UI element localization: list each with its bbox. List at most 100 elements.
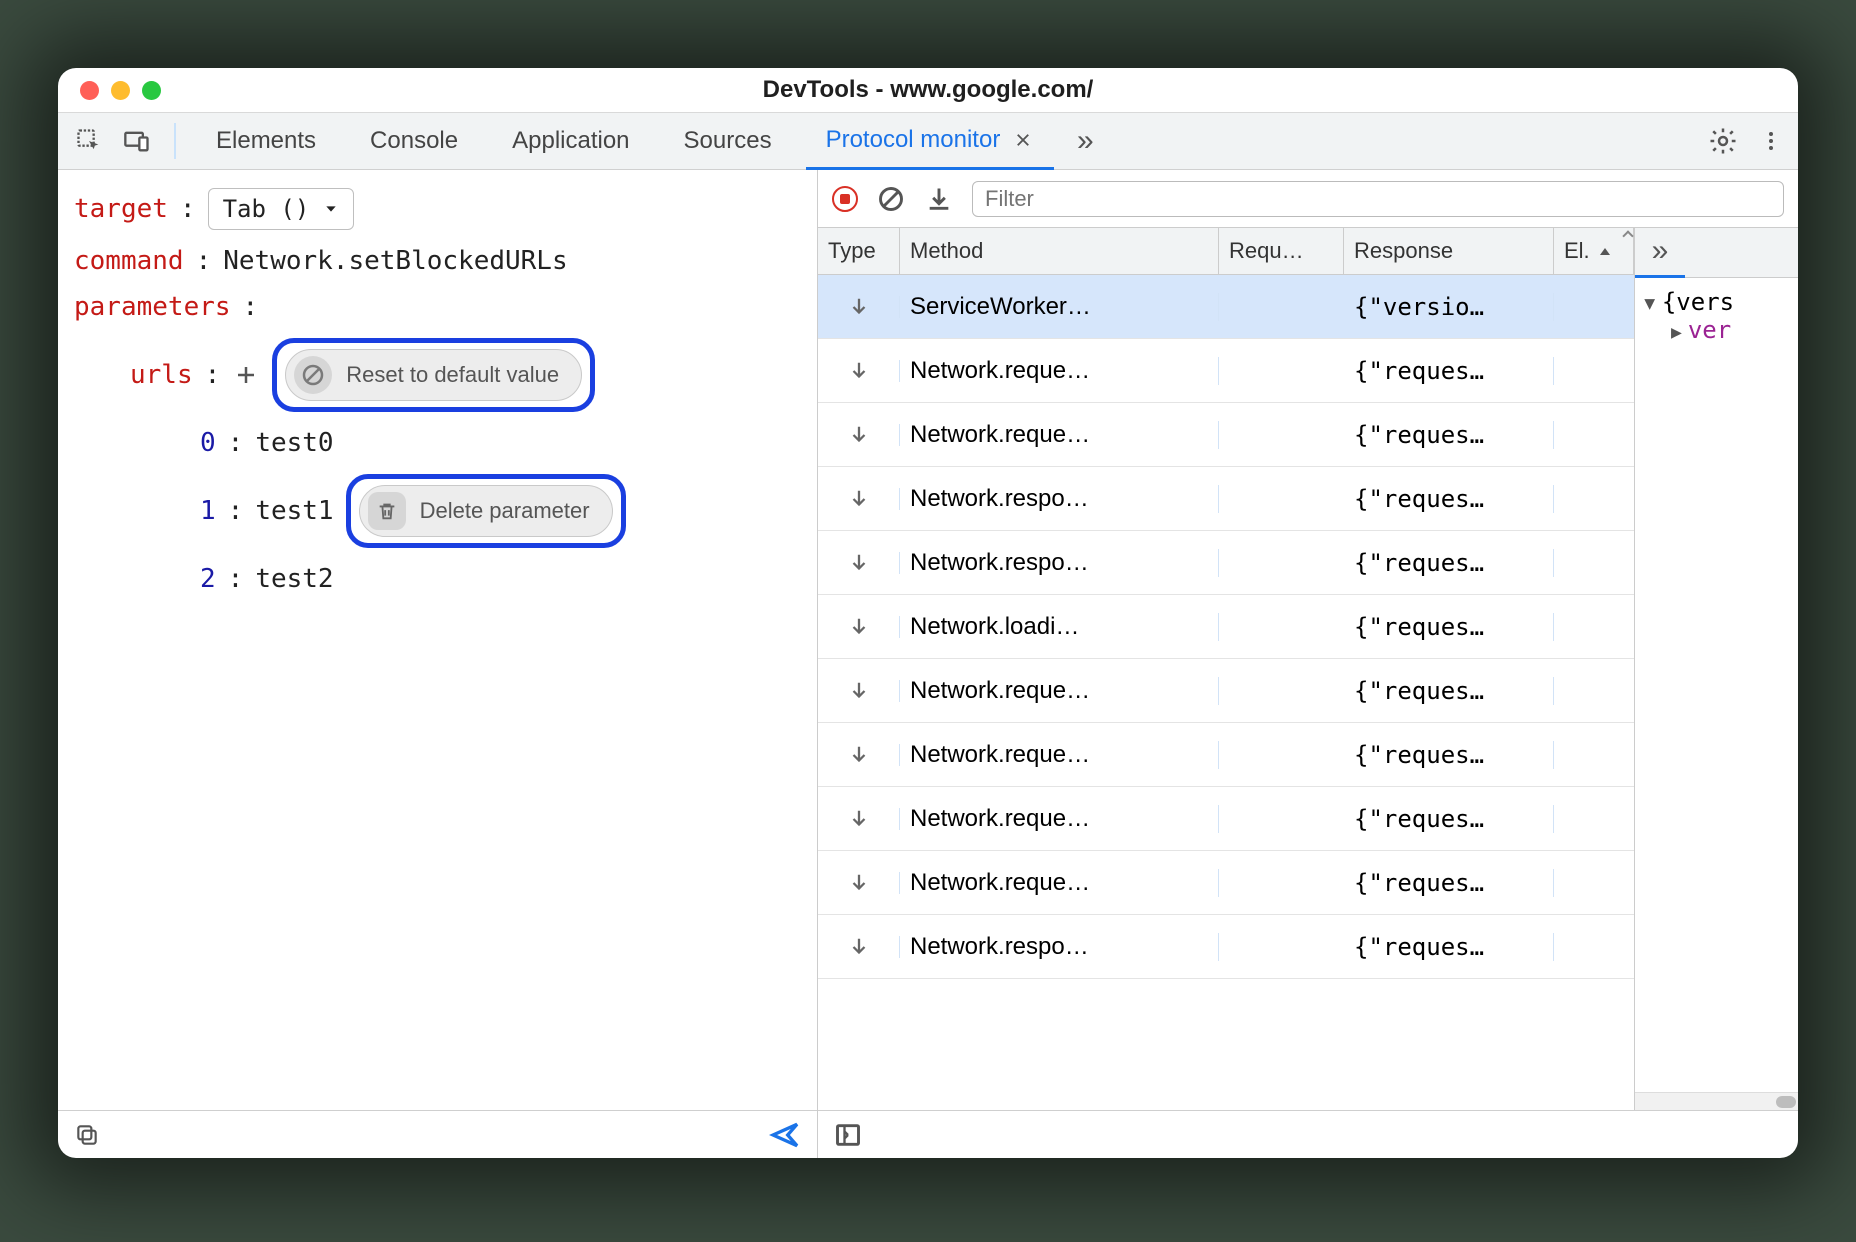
cell-method: Network.reque…: [900, 677, 1219, 705]
copy-icon[interactable]: [74, 1122, 100, 1148]
table-row[interactable]: Network.reque…{"reques…: [818, 851, 1634, 915]
cell-type: [818, 552, 900, 574]
cell-type: [818, 936, 900, 958]
tab-label: Sources: [684, 127, 772, 155]
cell-response: {"reques…: [1344, 805, 1554, 833]
cell-response: {"reques…: [1344, 549, 1554, 577]
tab-label: Protocol monitor: [826, 126, 1001, 154]
log-toolbar: [818, 170, 1798, 228]
tab-sources[interactable]: Sources: [664, 112, 792, 170]
cell-type: [818, 744, 900, 766]
table-row[interactable]: Network.reque… {"reques…: [818, 403, 1634, 467]
download-icon[interactable]: [924, 184, 954, 214]
cell-type: [818, 680, 900, 702]
command-value: Network.setBlockedURLs: [223, 246, 567, 276]
cell-type: [818, 872, 900, 894]
target-keyword: target: [74, 194, 168, 224]
tree-row-root[interactable]: ▶{vers: [1645, 288, 1798, 316]
table-row[interactable]: Network.reque… {"reques…: [818, 787, 1634, 851]
inspect-element-icon[interactable]: [72, 124, 106, 158]
cell-method: Network.respo…: [900, 485, 1219, 513]
table-row[interactable]: Network.respo…{"reques…: [818, 915, 1634, 979]
chevron-down-icon: [323, 201, 339, 217]
more-tabs-icon[interactable]: »: [1068, 124, 1102, 158]
tree-row-child[interactable]: ▶ver: [1645, 316, 1798, 344]
cell-response: {"reques…: [1344, 869, 1554, 897]
cell-response: {"reques…: [1344, 677, 1554, 705]
table-row[interactable]: Network.reque…{"reques…: [818, 723, 1634, 787]
send-command-icon[interactable]: [769, 1119, 801, 1151]
table-row[interactable]: ServiceWorker… {"versio…: [818, 275, 1634, 339]
trash-icon: [368, 492, 406, 530]
toggle-drawer-icon[interactable]: [834, 1121, 862, 1149]
devtools-window: DevTools - www.google.com/ Elements Cons…: [58, 68, 1798, 1158]
tab-label: Application: [512, 127, 629, 155]
tab-protocol-monitor[interactable]: Protocol monitor: [806, 112, 1055, 170]
table-row[interactable]: Network.reque…{"reques…: [818, 339, 1634, 403]
log-pane: Type Method Requ… Response El. ServiceWo…: [818, 170, 1798, 1158]
cell-response: {"reques…: [1344, 421, 1554, 449]
tab-console[interactable]: Console: [350, 112, 478, 170]
tab-label: Console: [370, 127, 458, 155]
command-editor-pane: target: Tab () command: Network.setBlock…: [58, 170, 818, 1158]
detail-pane: » ▶{vers ▶ver: [1635, 228, 1798, 1110]
item-index: 1: [200, 496, 216, 526]
col-type[interactable]: Type: [818, 228, 900, 274]
table-row[interactable]: Network.reque… {"reques…: [818, 659, 1634, 723]
delete-button-label: Delete parameter: [420, 498, 590, 524]
cell-response: {"versio…: [1344, 293, 1554, 321]
cell-type: [818, 296, 900, 318]
cell-type: [818, 360, 900, 382]
editor-footer: [58, 1110, 817, 1158]
cell-method: Network.loadi…: [900, 613, 1219, 641]
no-entry-icon: [294, 356, 332, 394]
tab-application[interactable]: Application: [492, 112, 649, 170]
cell-method: ServiceWorker…: [900, 293, 1219, 321]
command-keyword: command: [74, 246, 184, 276]
add-item-icon[interactable]: [232, 361, 260, 389]
kebab-menu-icon[interactable]: [1754, 124, 1788, 158]
target-select-value: Tab (): [223, 195, 310, 223]
panel-tab-bar: Elements Console Application Sources Pro…: [58, 112, 1798, 170]
table-row[interactable]: Network.respo…{"reques…: [818, 531, 1634, 595]
tab-divider: [174, 123, 176, 159]
log-table: Type Method Requ… Response El. ServiceWo…: [818, 228, 1635, 1110]
item-value[interactable]: test0: [255, 428, 333, 458]
cell-response: {"reques…: [1344, 741, 1554, 769]
col-method[interactable]: Method: [900, 228, 1219, 274]
device-toolbar-icon[interactable]: [120, 124, 154, 158]
cell-type: [818, 616, 900, 638]
window-titlebar: DevTools - www.google.com/: [58, 68, 1798, 112]
cell-method: Network.reque…: [900, 357, 1219, 385]
detail-more-tabs-icon[interactable]: »: [1635, 228, 1685, 278]
tab-label: Elements: [216, 127, 316, 155]
cell-method: Network.respo…: [900, 933, 1219, 961]
cell-method: Network.reque…: [900, 421, 1219, 449]
settings-icon[interactable]: [1706, 124, 1740, 158]
item-value[interactable]: test1: [255, 496, 333, 526]
close-tab-icon[interactable]: [1012, 129, 1034, 151]
reset-button-label: Reset to default value: [346, 362, 559, 388]
item-index: 0: [200, 428, 216, 458]
record-button[interactable]: [832, 186, 858, 212]
col-response[interactable]: Response: [1344, 228, 1554, 274]
cell-method: Network.reque…: [900, 805, 1219, 833]
delete-parameter-button[interactable]: Delete parameter: [359, 485, 613, 537]
filter-input[interactable]: [972, 181, 1784, 217]
item-value[interactable]: test2: [255, 564, 333, 594]
target-select[interactable]: Tab (): [208, 188, 355, 230]
param-name: urls: [130, 360, 193, 390]
cell-response: {"reques…: [1344, 485, 1554, 513]
reset-to-default-button[interactable]: Reset to default value: [285, 349, 582, 401]
tab-elements[interactable]: Elements: [196, 112, 336, 170]
table-row[interactable]: Network.respo… {"reques…: [818, 467, 1634, 531]
col-request[interactable]: Requ…: [1219, 228, 1344, 274]
window-title: DevTools - www.google.com/: [58, 76, 1798, 104]
table-row[interactable]: Network.loadi…{"reques…: [818, 595, 1634, 659]
reset-callout: Reset to default value: [272, 338, 595, 412]
log-footer: [818, 1110, 1798, 1158]
clear-icon[interactable]: [876, 184, 906, 214]
horizontal-scrollbar[interactable]: [1635, 1092, 1798, 1110]
cell-type: [818, 488, 900, 510]
main-split: target: Tab () command: Network.setBlock…: [58, 170, 1798, 1158]
